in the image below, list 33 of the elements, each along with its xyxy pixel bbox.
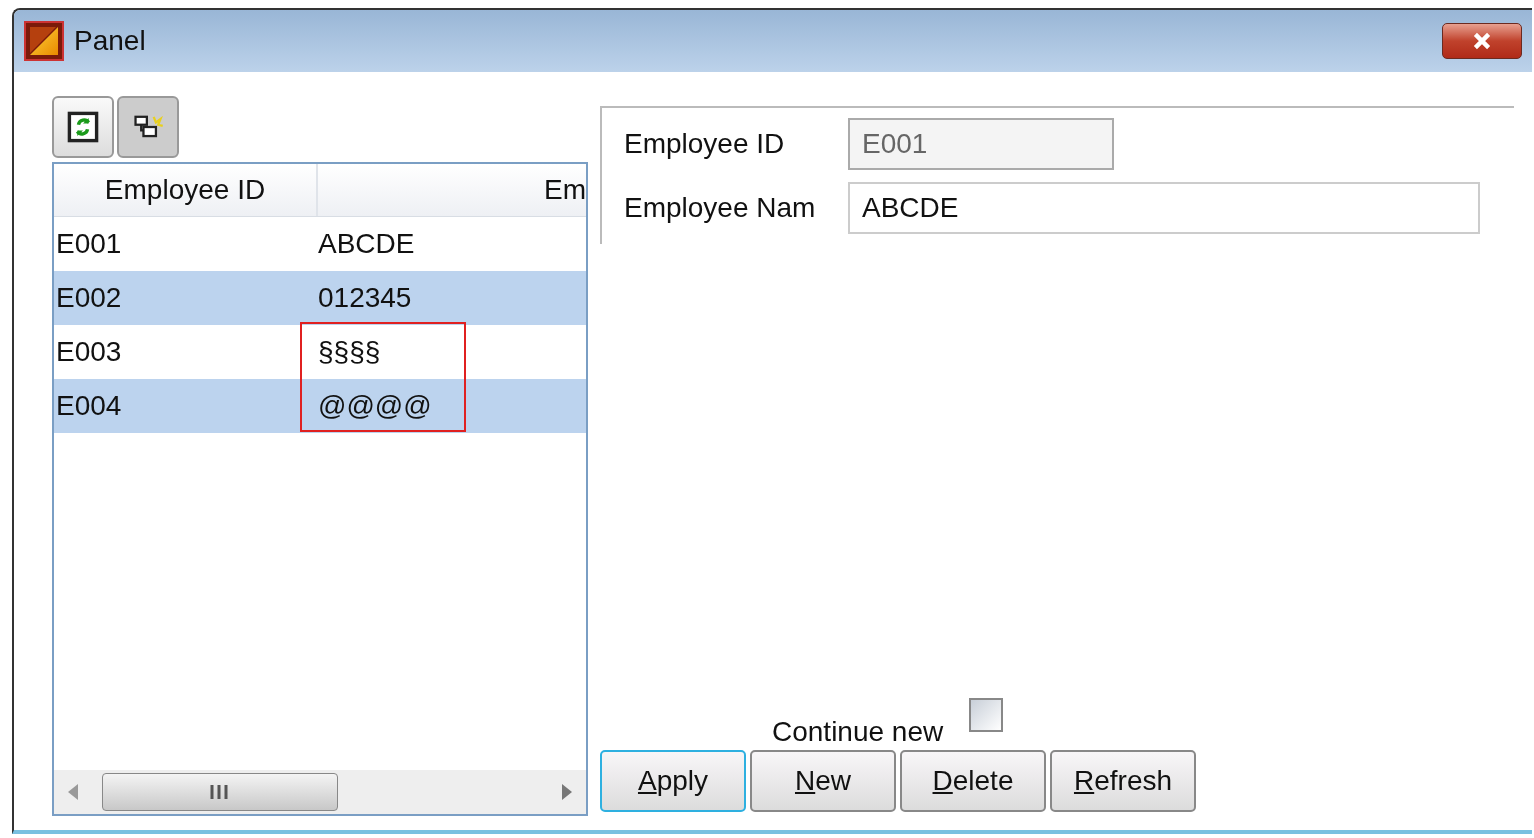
column-header[interactable]: Em [318,164,586,216]
table-cell-text: E001 [55,228,123,260]
table-cell-text: ABCDE [318,228,416,260]
action-button[interactable]: Delete [900,750,1046,812]
layout-button[interactable] [117,96,179,158]
column-header[interactable]: Employee ID [54,164,318,216]
table-cell-text: @@@@ [318,390,433,422]
table-cell-text: E004 [55,390,123,422]
grid-row[interactable]: E003 §§§§ [54,325,586,379]
scroll-thumb[interactable] [102,773,338,811]
checkbox-label: Continue new [772,716,944,748]
grid-row[interactable]: E001 ABCDE [54,217,586,271]
input-field[interactable]: ABCDE [848,182,1480,234]
scroll-left-icon[interactable] [66,783,80,801]
refresh-button[interactable] [52,96,114,158]
table-cell-text: E002 [55,282,123,314]
table-cell-text: 012345 [318,282,413,314]
app-icon [24,21,64,61]
field-label: Employee ID [624,128,786,160]
action-button[interactable]: Refresh [1050,750,1196,812]
field-label: Employee Nam [624,192,817,224]
window-title: Panel [74,25,146,57]
horizontal-scrollbar[interactable] [54,770,586,814]
close-button[interactable] [1442,23,1522,59]
grid-row[interactable]: E002 012345 [54,271,586,325]
grid-row[interactable]: E004 @@@@ [54,379,586,433]
action-button[interactable]: Apply [600,750,746,812]
refresh-icon [66,110,100,144]
action-button[interactable]: New [750,750,896,812]
table-cell-text: E003 [55,336,123,368]
checkbox[interactable] [969,698,1004,732]
scroll-right-icon[interactable] [560,783,574,801]
table-cell-text: §§§§ [318,336,382,368]
